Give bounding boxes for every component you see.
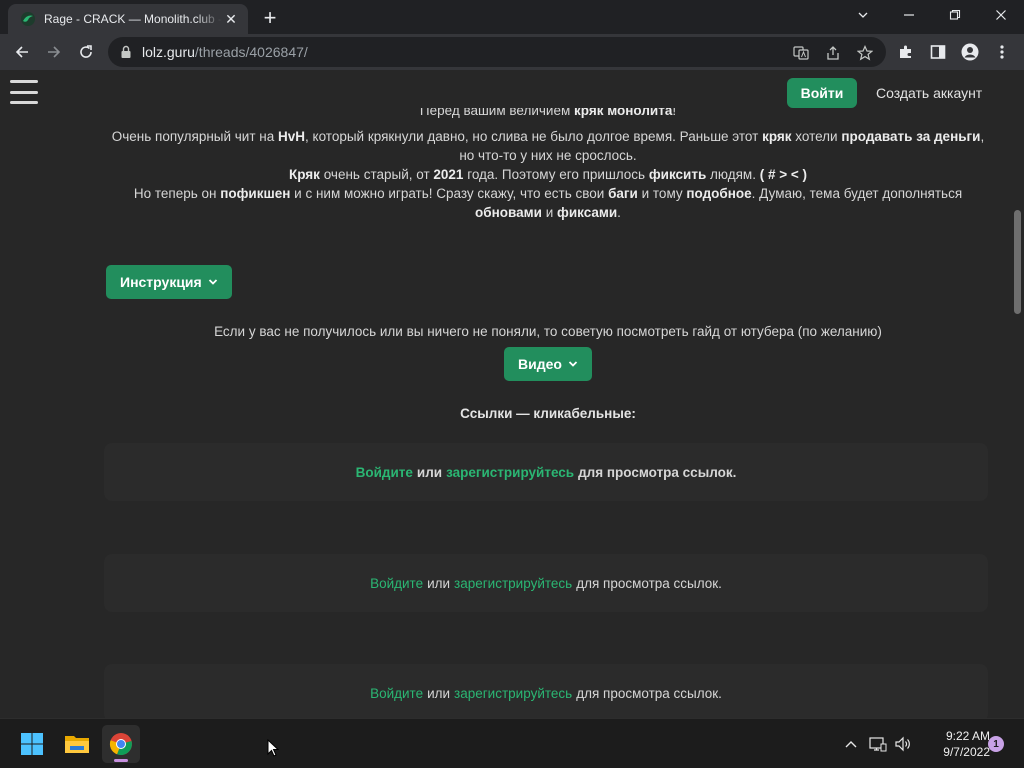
or-text: или (416, 464, 443, 480)
or-text: или (427, 575, 451, 591)
register-link[interactable]: зарегистрируйтесь (446, 465, 574, 480)
tab-close-icon[interactable]: ✕ (222, 10, 240, 28)
notification-badge[interactable]: 1 (988, 736, 1004, 752)
network-icon[interactable] (869, 735, 887, 753)
file-explorer-icon[interactable] (58, 725, 96, 763)
browser-tabbar: Rage - CRACK — Monolith.club - Форум LOL… (0, 0, 1024, 34)
bookmark-star-icon[interactable] (856, 44, 874, 62)
video-spoiler-button[interactable]: Видео (504, 347, 592, 381)
instruction-label: Инструкция (120, 274, 202, 290)
hidden-links-block: Войдите или зарегистрируйтесь для просмо… (104, 664, 988, 718)
start-windows-icon[interactable] (13, 725, 51, 763)
volume-icon[interactable] (894, 735, 912, 753)
profile-avatar-icon[interactable] (960, 42, 980, 62)
post-line-intro: Перед вашим величием кряк монолита! (419, 108, 677, 118)
post-line-fixed: Но теперь он пофикшен и с ним можно игра… (133, 186, 963, 201)
browser-tab[interactable]: Rage - CRACK — Monolith.club - Форум LOL… (8, 4, 248, 34)
post-line-description-cont: но что-то у них не срослось. (459, 148, 637, 163)
login-link[interactable]: Войдите (370, 576, 423, 591)
register-link[interactable]: зарегистрируйтесь (454, 576, 572, 591)
windows-taskbar: 9:22 AM 9/7/2022 1 (0, 718, 1024, 768)
view-links-text: для просмотра ссылок. (576, 575, 722, 591)
post-line-updates: обновами и фиксами. (475, 205, 621, 220)
login-link[interactable]: Войдите (370, 686, 423, 701)
page-scrollbar[interactable] (1010, 70, 1024, 718)
hidden-links-block: Войдите или зарегистрируйтесь для просмо… (104, 443, 988, 501)
restore-window-icon[interactable] (932, 0, 978, 30)
post-line-description: Очень популярный чит на HvH, который кря… (111, 129, 985, 144)
active-app-indicator (114, 759, 128, 762)
browser-menu-icon[interactable] (992, 42, 1012, 62)
tab-title: Rage - CRACK — Monolith.club - Форум LOL… (44, 12, 222, 26)
lock-icon (121, 45, 131, 58)
chevron-down-icon (568, 360, 578, 368)
minimize-icon[interactable] (886, 0, 932, 30)
menu-hamburger-icon[interactable] (10, 80, 38, 104)
scrollbar-thumb[interactable] (1014, 210, 1021, 314)
clock-time: 9:22 AM (945, 729, 990, 743)
side-panel-icon[interactable] (928, 42, 948, 62)
share-icon[interactable] (824, 44, 842, 62)
new-tab-icon[interactable]: + (258, 6, 282, 30)
view-links-text: для просмотра ссылок. (576, 685, 722, 701)
chevron-down-icon (208, 278, 218, 286)
close-window-icon[interactable] (978, 0, 1024, 30)
view-links-text: для просмотра ссылок. (578, 464, 737, 480)
links-heading: Ссылки — кликабельные: (460, 406, 636, 421)
hidden-links-block: Войдите или зарегистрируйтесь для просмо… (104, 554, 988, 612)
reload-icon[interactable] (72, 38, 100, 66)
taskbar-clock[interactable]: 9:22 AM 9/7/2022 (918, 728, 990, 760)
video-label: Видео (518, 356, 562, 372)
register-link[interactable]: зарегистрируйтесь (454, 686, 572, 701)
tab-search-chevron-icon[interactable] (840, 0, 886, 30)
address-bar[interactable]: lolz.guru/threads/4026847/ (108, 37, 886, 67)
chrome-app-icon[interactable] (102, 725, 140, 763)
site-favicon-icon (21, 12, 35, 26)
page-viewport: Войти Создать аккаунт Перед вашим величи… (0, 70, 1024, 718)
clock-date: 9/7/2022 (943, 745, 990, 759)
or-text: или (427, 685, 451, 701)
extensions-puzzle-icon[interactable] (896, 42, 916, 62)
post-line-age: Кряк очень старый, от 2021 года. Поэтому… (289, 167, 807, 182)
guide-text: Если у вас не получилось или вы ничего н… (214, 324, 882, 339)
instruction-spoiler-button[interactable]: Инструкция (106, 265, 232, 299)
forward-arrow-icon[interactable] (40, 38, 68, 66)
translate-icon[interactable] (792, 44, 810, 62)
login-link[interactable]: Войдите (356, 465, 413, 480)
mouse-cursor-icon (267, 739, 279, 757)
tray-chevron-up-icon[interactable] (842, 735, 860, 753)
browser-toolbar: lolz.guru/threads/4026847/ (0, 34, 1024, 70)
back-arrow-icon[interactable] (8, 38, 36, 66)
login-button[interactable]: Войти (787, 78, 857, 108)
create-account-button[interactable]: Создать аккаунт (868, 78, 990, 108)
url-text: lolz.guru/threads/4026847/ (142, 44, 308, 60)
